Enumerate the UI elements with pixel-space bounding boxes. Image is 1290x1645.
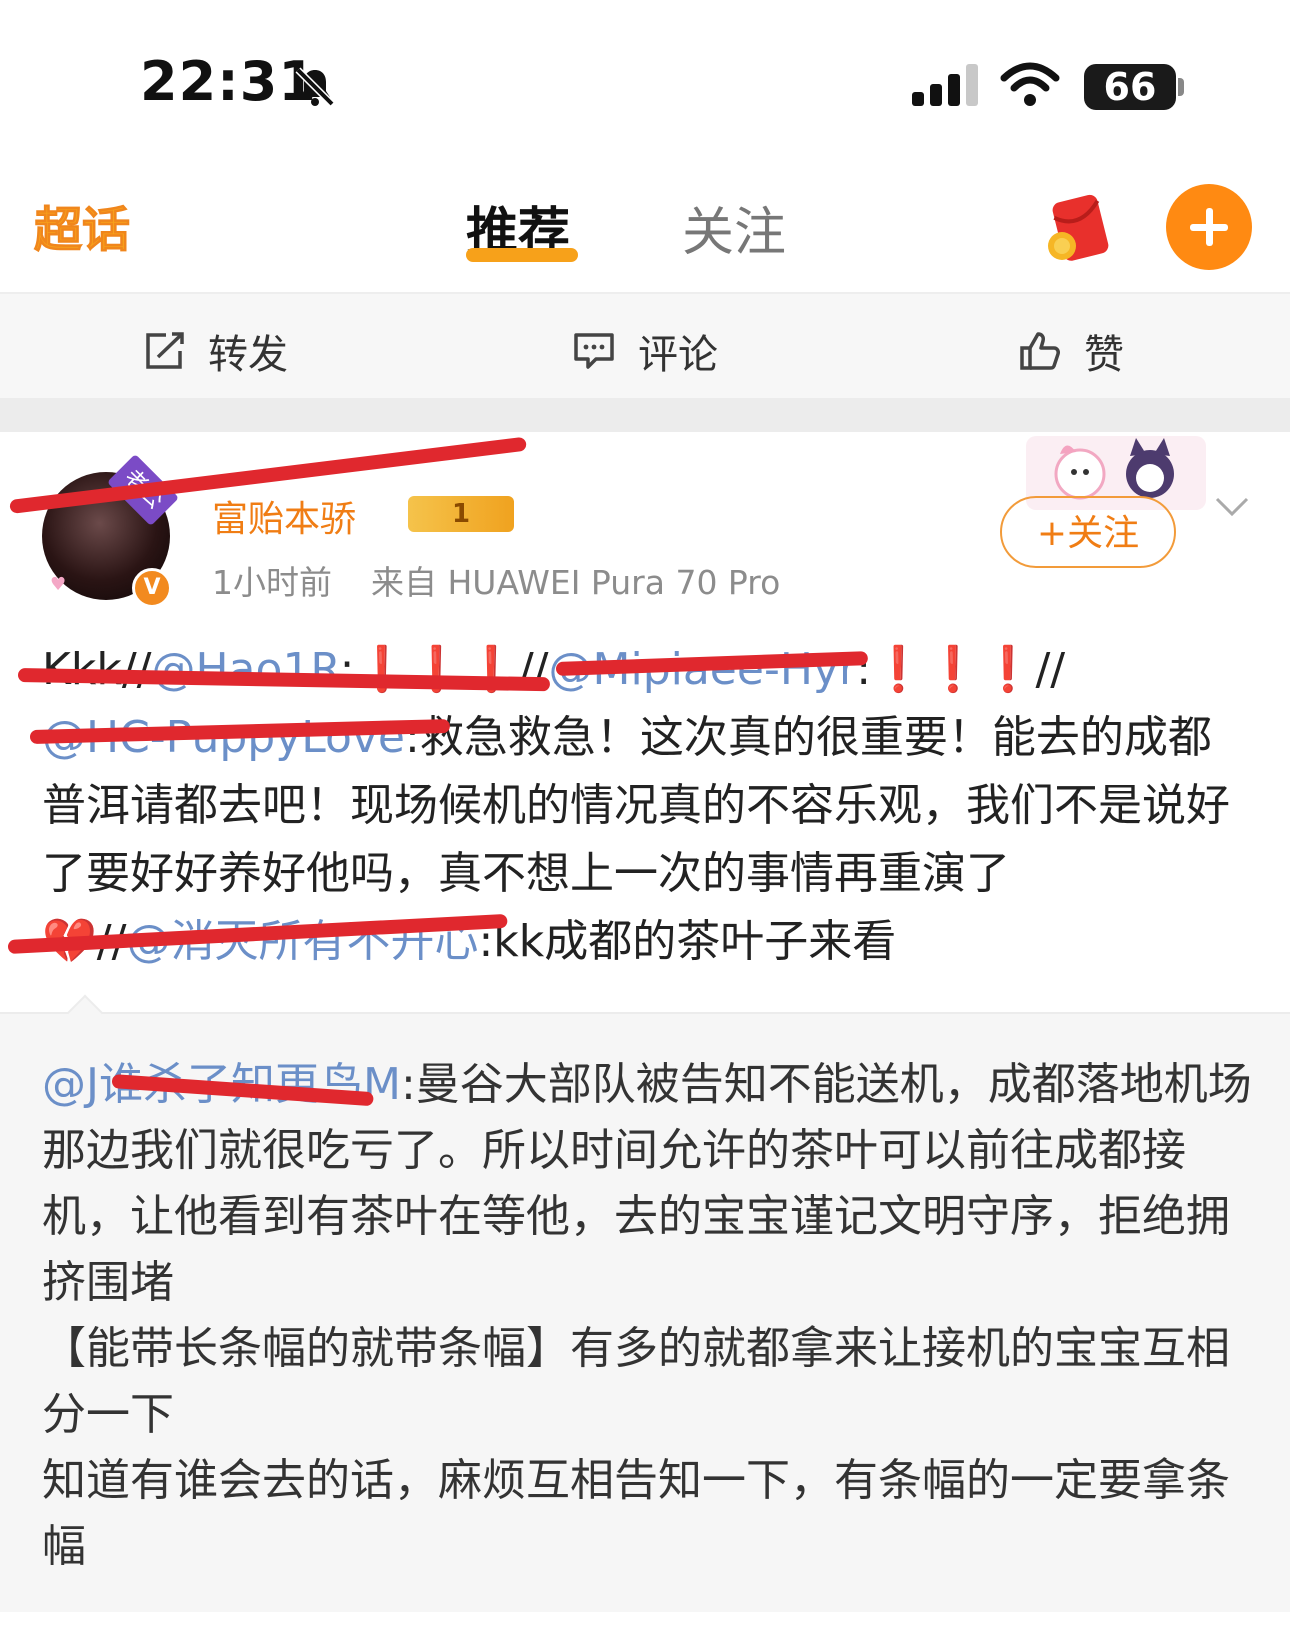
red-envelope-icon[interactable] (1044, 190, 1116, 270)
comment-icon (574, 333, 614, 369)
quote-line: 知道有谁会去的话，麻烦互相告知一下，有条幅的一定要拿条幅 (42, 1455, 1230, 1572)
post-meta: 1小时前 来自 HUAWEI Pura 70 Pro (212, 556, 780, 604)
compose-plus-button[interactable] (1166, 184, 1252, 270)
signal-icon (912, 64, 978, 106)
quote-line: 【能带长条幅的就带条幅】有多的就都拿来让接机的宝宝互相分一下 (42, 1323, 1230, 1440)
svg-text:超话: 超话 (34, 204, 130, 257)
active-tab-indicator (466, 248, 578, 262)
repost-label: 转发 (208, 332, 288, 378)
mention-link[interactable]: @Hao1R (151, 644, 339, 695)
battery-tip (1178, 78, 1184, 96)
thumbs-up-icon (1020, 332, 1060, 370)
post-text: :kk成都的茶叶子来看 (478, 916, 897, 967)
like-label: 赞 (1084, 332, 1124, 378)
level-badge: 1 (408, 496, 514, 532)
username[interactable]: 富贻本骄 (212, 490, 356, 542)
repost-button[interactable]: 转发 (142, 322, 288, 380)
heart-sticker-icon: ♥ (50, 574, 67, 595)
tab-following[interactable]: 关注 (682, 190, 786, 265)
verified-badge-icon: V (132, 568, 172, 608)
section-gap (0, 398, 1290, 432)
comment-label: 评论 (638, 332, 718, 378)
bell-muted-icon (295, 67, 335, 107)
quoted-text: @J谁杀了知更鸟M:曼谷大部队被告知不能送机，成都落地机场那边我们就很吃亏了。所… (42, 1052, 1252, 1580)
like-button[interactable]: 赞 (1018, 322, 1124, 380)
status-time: 22:31 (140, 50, 317, 113)
post-text: // (1035, 644, 1066, 695)
comment-button[interactable]: 评论 (572, 322, 718, 380)
chevron-down-icon[interactable] (1214, 496, 1250, 518)
post-body: Kkk//@Hao1R:❗❗❗//@Mipiaee-Hyr:❗❗❗//@HC-P… (42, 636, 1252, 976)
exclamation-icons: ❗❗❗ (871, 644, 1036, 695)
wifi-icon (1000, 62, 1060, 106)
battery-icon: 66 (1084, 64, 1176, 110)
post-source: 来自 HUAWEI Pura 70 Pro (371, 563, 781, 602)
repost-icon (146, 332, 184, 369)
chaohua-logo[interactable]: 超话 (30, 196, 140, 262)
post-time: 1小时前 (212, 563, 332, 602)
bottom-area (0, 1612, 1290, 1645)
follow-button[interactable]: +关注 (1000, 496, 1176, 568)
